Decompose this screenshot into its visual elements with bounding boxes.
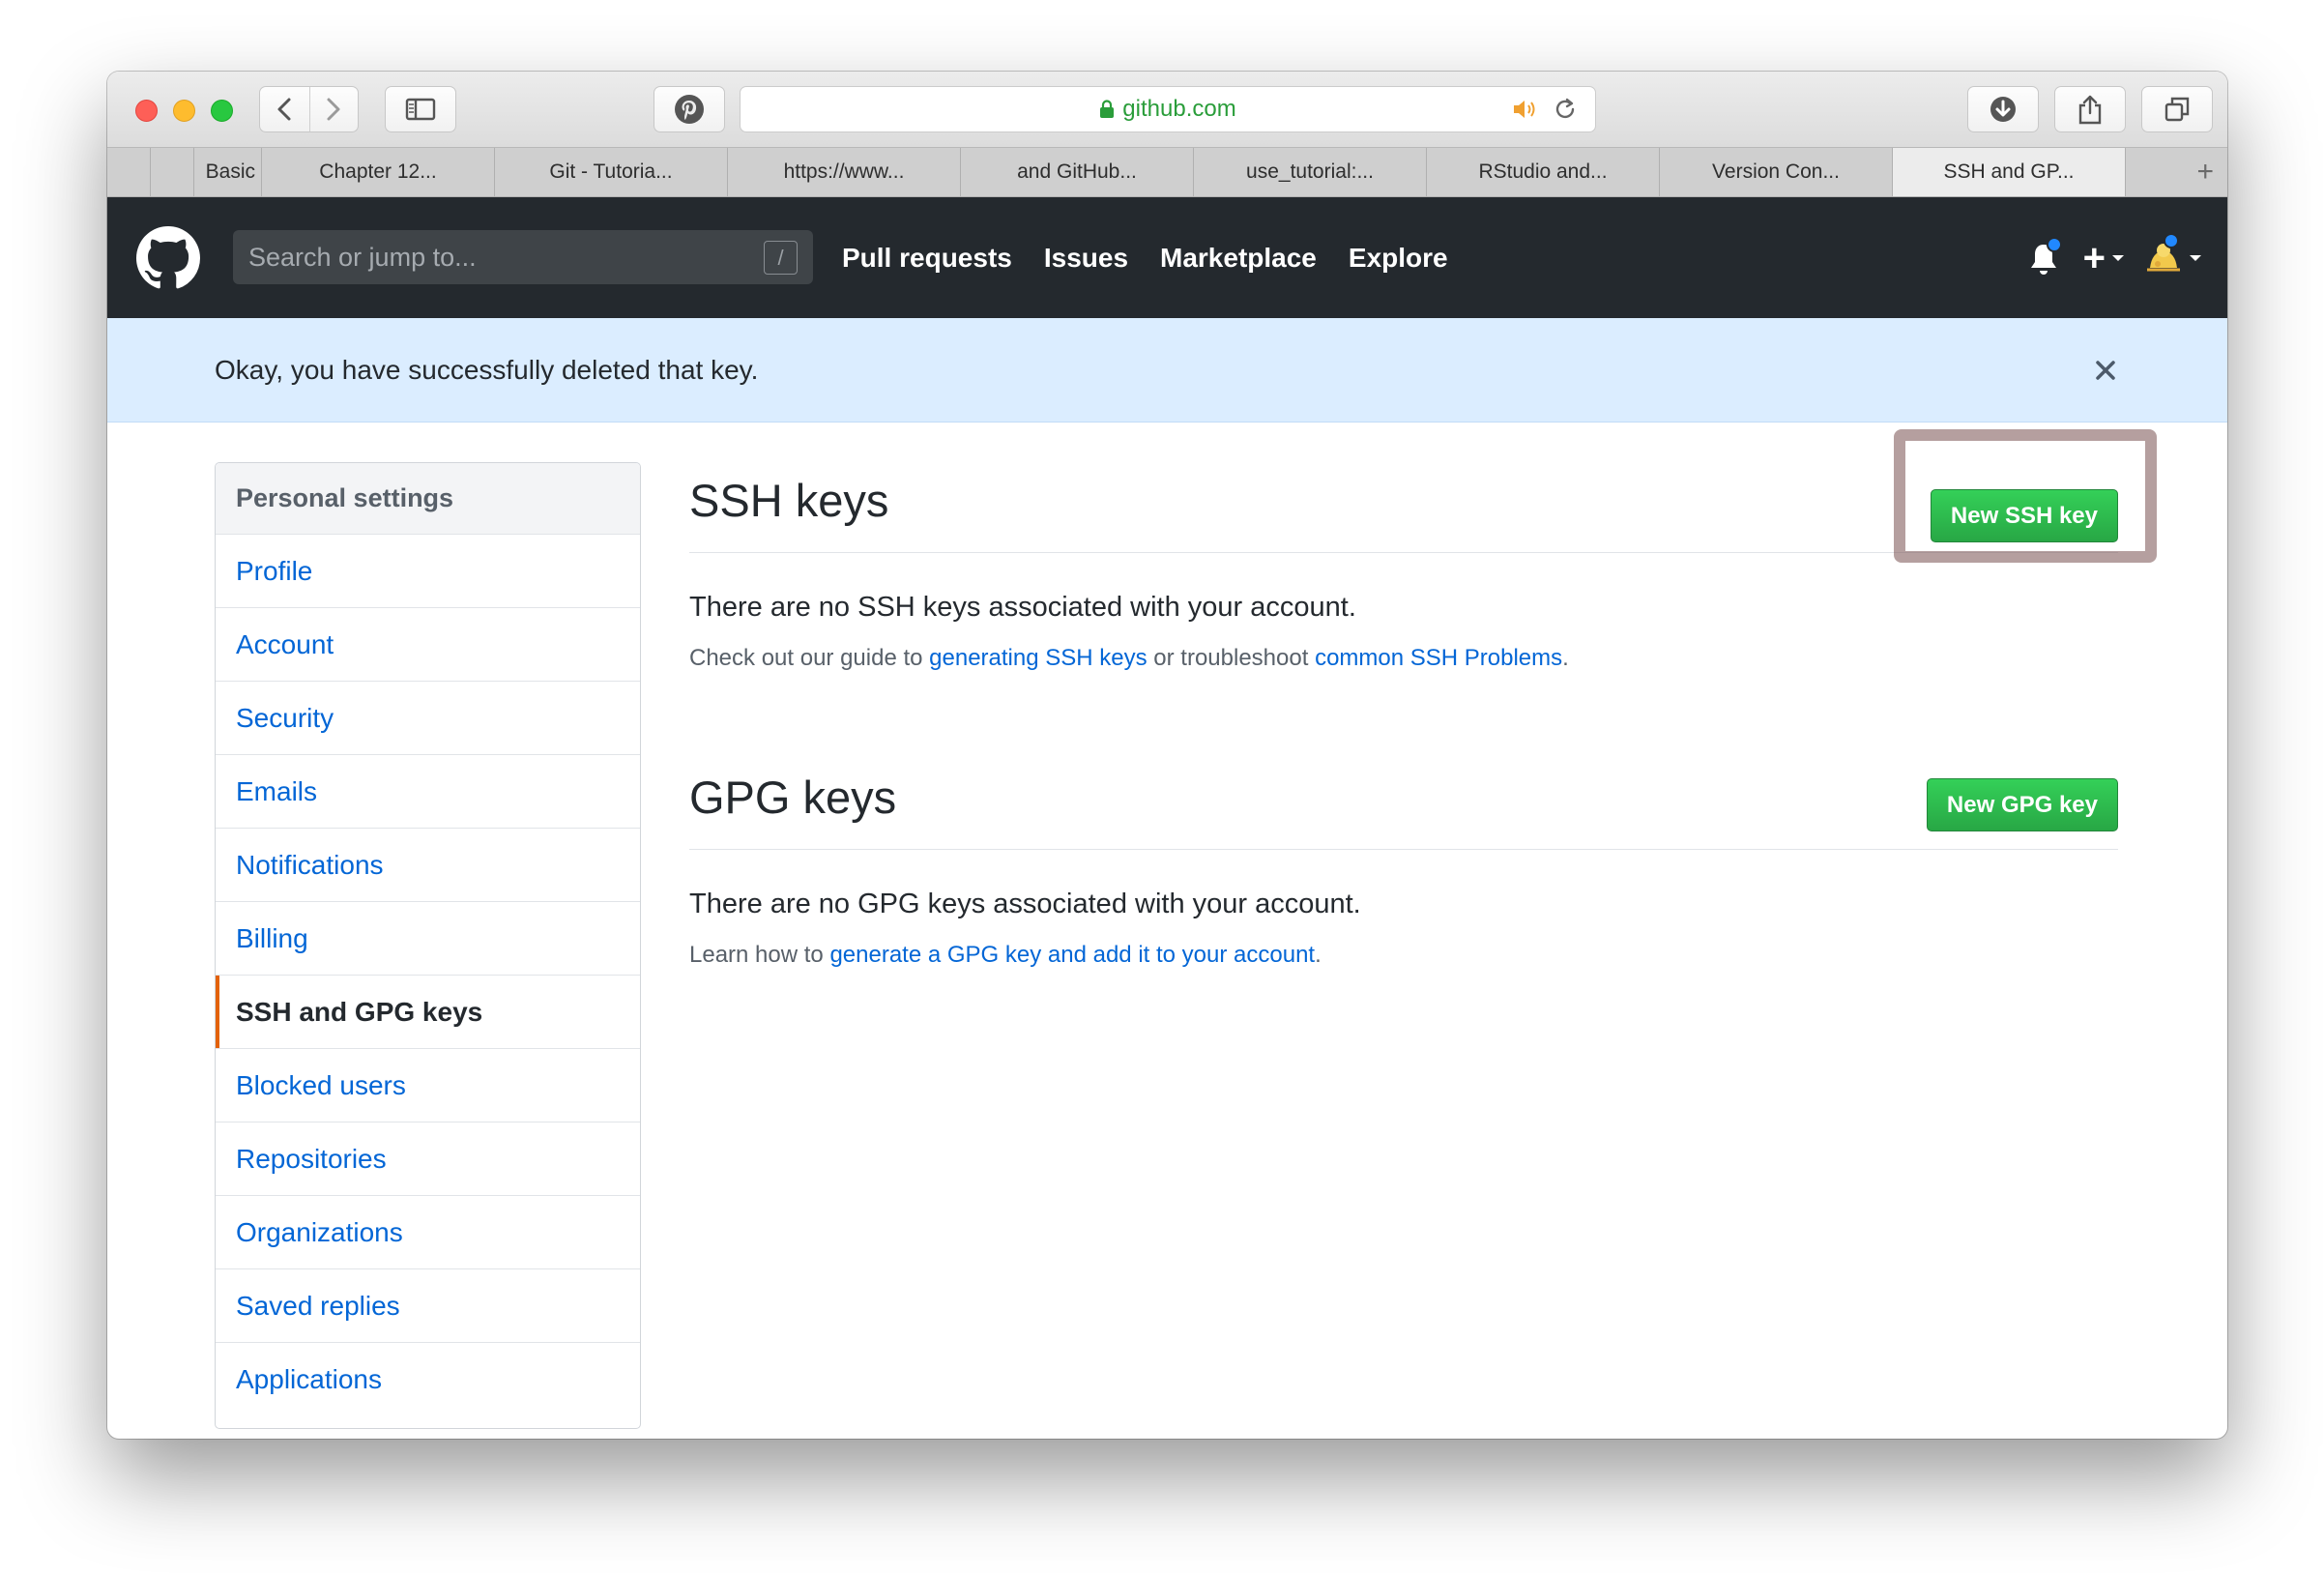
gpg-empty-message: There are no GPG keys associated with yo… — [689, 889, 1361, 919]
url-text: github.com — [1122, 96, 1236, 122]
sidebar-item-organizations[interactable]: Organizations — [216, 1196, 640, 1269]
new-ssh-key-button[interactable]: New SSH key — [1930, 489, 2118, 542]
settings-sidebar: Personal settings Profile Account Securi… — [215, 462, 641, 1429]
gpg-keys-title: GPG keys — [689, 772, 897, 823]
ssh-guide-text: Check out our guide to generating SSH ke… — [689, 645, 2118, 672]
tab[interactable]: use_tutorial:... — [1194, 148, 1427, 196]
sidebar-item-repositories[interactable]: Repositories — [216, 1122, 640, 1196]
sidebar-item-notifications[interactable]: Notifications — [216, 829, 640, 902]
flash-text: Okay, you have successfully deleted that… — [215, 354, 759, 385]
settings-menu-heading: Personal settings — [216, 463, 640, 535]
share-icon — [2078, 95, 2102, 125]
plus-icon: + — [2196, 156, 2214, 188]
zoom-window-button[interactable] — [211, 100, 233, 122]
gpg-guide-prefix: Learn how to — [689, 942, 830, 968]
gpg-section-header: GPG keys New GPG key — [689, 759, 2118, 850]
reload-icon[interactable] — [1553, 97, 1578, 122]
downloads-button[interactable] — [1967, 86, 2039, 132]
status-indicator — [2164, 232, 2179, 248]
search-shortcut-hint: / — [764, 241, 798, 275]
tab-bar: Basic Chapter 12... Git - Tutoria... htt… — [107, 147, 2227, 197]
back-button[interactable] — [260, 87, 309, 131]
common-ssh-problems-link[interactable]: common SSH Problems — [1315, 645, 1562, 671]
tab[interactable]: Chapter 12... — [262, 148, 495, 196]
browser-toolbar: github.com — [107, 72, 2227, 147]
gpg-keys-section: GPG keys New GPG key There are no GPG ke… — [689, 759, 2118, 969]
tab[interactable]: Version Con... — [1660, 148, 1893, 196]
ssh-keys-section: SSH keys New SSH key There are no SSH ke… — [689, 429, 2157, 672]
chevron-right-icon — [327, 98, 340, 121]
gpg-guide-text: Learn how to generate a GPG key and add … — [689, 942, 2118, 969]
new-tab-button[interactable]: + — [2126, 148, 2227, 196]
tab[interactable] — [107, 148, 151, 196]
nav-explore[interactable]: Explore — [1349, 243, 1448, 274]
tab[interactable]: RStudio and... — [1427, 148, 1660, 196]
search-placeholder: Search or jump to... — [248, 242, 477, 272]
sidebar-item-applications[interactable]: Applications — [216, 1343, 640, 1416]
plus-icon: + — [2082, 236, 2106, 279]
share-button[interactable] — [2054, 86, 2126, 132]
history-nav — [259, 86, 359, 132]
sidebar-item-blocked-users[interactable]: Blocked users — [216, 1049, 640, 1122]
tab[interactable]: https://www... — [728, 148, 961, 196]
tab[interactable]: Git - Tutoria... — [495, 148, 728, 196]
ssh-guide-suffix: . — [1562, 645, 1569, 671]
github-primary-nav: Pull requests Issues Marketplace Explore — [842, 197, 1480, 318]
sidebar-icon — [405, 98, 436, 121]
github-search-input[interactable]: Search or jump to... / — [233, 230, 813, 284]
close-icon[interactable] — [2090, 355, 2121, 386]
sidebar-item-security[interactable]: Security — [216, 682, 640, 755]
forward-button[interactable] — [308, 87, 359, 131]
tab[interactable] — [151, 148, 194, 196]
lock-icon — [1100, 100, 1115, 118]
ssh-keys-title: SSH keys — [689, 475, 889, 526]
main-content: SSH keys New SSH key There are no SSH ke… — [689, 429, 2157, 969]
download-icon — [1990, 97, 2016, 122]
close-window-button[interactable] — [135, 100, 158, 122]
minimize-window-button[interactable] — [173, 100, 195, 122]
sidebar-item-emails[interactable]: Emails — [216, 755, 640, 829]
generating-ssh-keys-link[interactable]: generating SSH keys — [929, 645, 1147, 671]
notifications-button[interactable] — [2025, 236, 2064, 277]
caret-down-icon — [2112, 254, 2124, 261]
notification-indicator — [2046, 236, 2062, 252]
sidebar-item-profile[interactable]: Profile — [216, 535, 640, 608]
github-header-actions: + — [2025, 197, 2202, 318]
new-gpg-key-button[interactable]: New GPG key — [1926, 778, 2118, 831]
ssh-guide-prefix: Check out our guide to — [689, 645, 930, 671]
sidebar-item-saved-replies[interactable]: Saved replies — [216, 1269, 640, 1343]
tab-active[interactable]: SSH and GP... — [1893, 148, 2126, 196]
gpg-guide-suffix: . — [1315, 942, 1322, 968]
create-new-dropdown[interactable]: + — [2083, 239, 2125, 277]
ssh-guide-middle: or troubleshoot — [1147, 645, 1316, 671]
sidebar-item-account[interactable]: Account — [216, 608, 640, 682]
user-menu-dropdown[interactable] — [2144, 232, 2202, 277]
nav-marketplace[interactable]: Marketplace — [1160, 243, 1317, 274]
github-header: Search or jump to... / Pull requests Iss… — [107, 197, 2227, 318]
generate-gpg-key-link[interactable]: generate a GPG key and add it to your ac… — [829, 942, 1315, 968]
address-bar[interactable]: github.com — [740, 86, 1596, 132]
speaker-icon[interactable] — [1512, 98, 1541, 121]
tab[interactable]: and GitHub... — [961, 148, 1194, 196]
tab[interactable]: Basic — [194, 148, 262, 196]
chevron-left-icon — [277, 98, 291, 121]
caret-down-icon — [2190, 254, 2201, 261]
browser-window: github.com Basic Chapter 12... Git - Tut… — [107, 72, 2227, 1439]
github-logo-icon[interactable] — [136, 226, 200, 290]
pinterest-icon — [675, 95, 704, 124]
tabs-icon — [2164, 97, 2190, 122]
sidebar-toggle-button[interactable] — [385, 86, 456, 132]
nav-pull-requests[interactable]: Pull requests — [842, 243, 1012, 274]
nav-issues[interactable]: Issues — [1044, 243, 1128, 274]
sidebar-item-ssh-gpg-keys[interactable]: SSH and GPG keys — [216, 976, 640, 1049]
ssh-section-header: SSH keys New SSH key — [689, 429, 2157, 563]
pinterest-extension-button[interactable] — [654, 86, 725, 132]
ssh-empty-message: There are no SSH keys associated with yo… — [689, 592, 1356, 623]
sidebar-item-billing[interactable]: Billing — [216, 902, 640, 976]
flash-message: Okay, you have successfully deleted that… — [107, 318, 2227, 423]
tab-overview-button[interactable] — [2141, 86, 2213, 132]
